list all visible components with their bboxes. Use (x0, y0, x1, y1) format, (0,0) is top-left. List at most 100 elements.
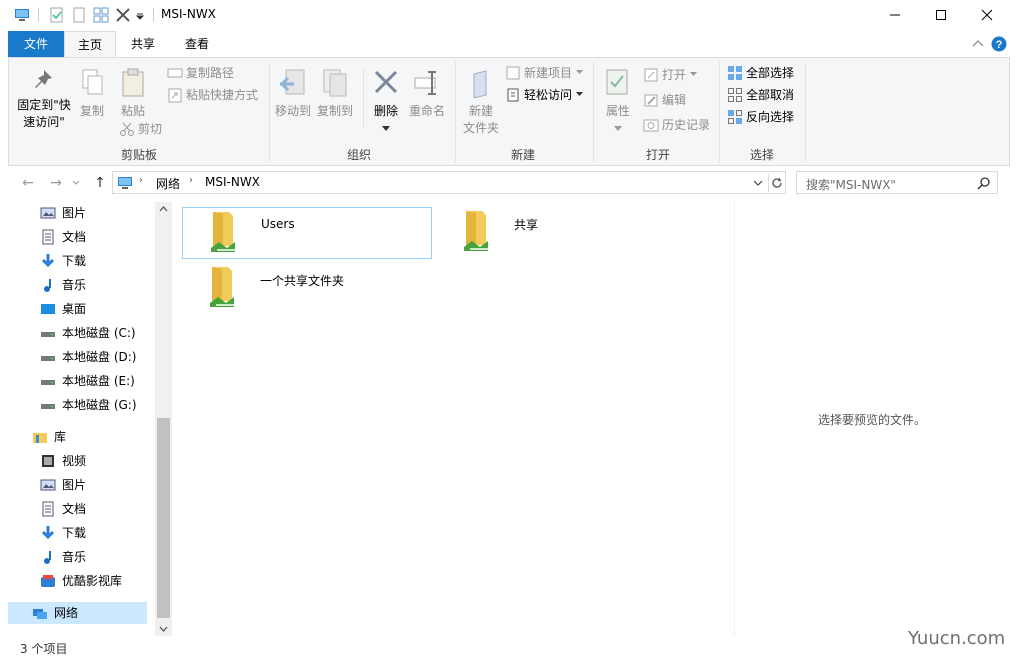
paste-shortcut-button[interactable]: 粘贴快捷方式 (167, 85, 258, 105)
search-box[interactable]: 搜索"MSI-NWX" (796, 171, 998, 194)
copy-icon (82, 69, 103, 95)
open-dropdown-icon (690, 72, 698, 76)
sidebar-item-label: 文档 (62, 502, 87, 516)
network-icon (33, 609, 47, 619)
breadcrumb-network[interactable]: 网络 (156, 175, 180, 192)
library-icon (33, 433, 47, 443)
ribbon: 固定到"快 速访问" 复制 粘贴 复制路径 粘贴快捷方式 剪切 剪贴板 移动到 (8, 57, 1010, 166)
cut-button[interactable]: 剪切 (119, 119, 162, 139)
refresh-icon[interactable] (770, 176, 784, 190)
drive-icon (41, 380, 55, 385)
new-folder-button[interactable]: 新建 文件夹 (459, 68, 503, 137)
sidebar-item-label: 下载 (62, 526, 87, 540)
properties-icon[interactable] (49, 7, 65, 23)
new-doc-icon[interactable] (71, 7, 87, 23)
sidebar-item-label: 本地磁盘 (C:) (62, 326, 136, 340)
recent-locations-button[interactable] (70, 174, 82, 192)
pin-quick-access-button[interactable]: 固定到"快 速访问" (13, 68, 75, 131)
open-button[interactable]: 打开 (643, 65, 699, 85)
forward-button[interactable]: → (46, 174, 66, 192)
address-dropdown-icon[interactable] (753, 180, 763, 187)
music-icon (44, 551, 51, 564)
sidebar-scrollbar[interactable] (155, 202, 172, 636)
title-divider (153, 8, 154, 22)
select-all-button[interactable]: 全部选择 (727, 63, 794, 83)
help-icon[interactable]: ? (991, 36, 1007, 52)
copy-path-button[interactable]: 复制路径 (167, 63, 234, 83)
copy-button[interactable]: 复制 (75, 68, 109, 120)
layout-icon[interactable] (93, 7, 109, 23)
computer-icon[interactable] (14, 7, 30, 23)
collapse-ribbon-icon[interactable] (972, 39, 984, 49)
tab-file[interactable]: 文件 (8, 31, 64, 57)
paste-shortcut-label: 粘贴快捷方式 (186, 88, 259, 102)
download-icon (41, 254, 55, 268)
window-title: MSI-NWX (161, 7, 216, 21)
easy-access-label: 轻松访问 (524, 88, 573, 102)
maximize-button[interactable] (918, 0, 964, 30)
search-input[interactable]: 搜索"MSI-NWX" (806, 176, 896, 193)
new-item-button[interactable]: 新建项目 (505, 63, 585, 83)
search-icon[interactable] (977, 176, 991, 190)
back-button[interactable]: ← (18, 174, 38, 192)
tab-view[interactable]: 查看 (170, 31, 224, 57)
open-label: 打开 (662, 68, 687, 82)
download-icon (41, 526, 55, 540)
invert-selection-button[interactable]: 反向选择 (727, 107, 794, 127)
easy-access-button[interactable]: 轻松访问 (505, 85, 585, 105)
organize-group-label: 组织 (346, 148, 371, 162)
qa-dropdown-icon[interactable] (135, 7, 145, 23)
copy-to-button[interactable]: 复制到 (315, 68, 355, 120)
shared-folder-icon (211, 212, 235, 252)
tab-share[interactable]: 共享 (116, 31, 170, 57)
pin-label-1: 固定到"快 (17, 98, 71, 112)
select-none-button[interactable]: 全部取消 (727, 85, 794, 105)
file-item[interactable]: 共享 (436, 207, 686, 259)
properties-dropdown-icon[interactable] (614, 126, 622, 132)
edit-label: 编辑 (662, 93, 687, 107)
history-button[interactable]: 历史记录 (643, 115, 710, 135)
move-to-button[interactable]: 移动到 (273, 68, 313, 120)
breadcrumb-computer[interactable]: MSI-NWX (205, 175, 260, 189)
address-bar[interactable]: › 网络 › MSI-NWX (112, 171, 786, 194)
scroll-up-icon[interactable] (159, 206, 168, 212)
paste-button[interactable]: 粘贴 (113, 68, 153, 120)
qa-divider (38, 8, 39, 22)
copy-path-icon (167, 68, 183, 78)
ribbon-separator (269, 62, 270, 162)
sidebar-item-label: 库 (54, 430, 67, 444)
edit-icon (644, 94, 658, 107)
tab-home[interactable]: 主页 (64, 31, 116, 57)
delete-icon[interactable] (115, 7, 131, 23)
status-bar-count: 3 个项目 (20, 642, 68, 656)
file-item[interactable]: Users (182, 207, 432, 259)
up-button[interactable]: ↑ (90, 174, 110, 192)
pictures-icon (40, 207, 56, 219)
desktop-icon (41, 304, 55, 314)
cut-label: 剪切 (138, 122, 163, 136)
sidebar-item[interactable]: 网络 (8, 602, 147, 624)
delete-dropdown-icon[interactable] (382, 126, 390, 132)
scrollbar-thumb[interactable] (157, 418, 170, 618)
preview-pane-divider[interactable] (734, 200, 735, 636)
properties-label: 属性 (605, 104, 630, 118)
file-item[interactable]: 一个共享文件夹 (182, 263, 432, 315)
pin-label-2: 速访问" (23, 115, 65, 129)
delete-button[interactable]: 删除 (369, 68, 403, 137)
sidebar-item-label: 视频 (62, 454, 87, 468)
select-none-icon (728, 88, 742, 102)
sidebar-item[interactable]: 库 (32, 426, 172, 448)
pin-icon (35, 70, 52, 88)
watermark: Yuucn.com (908, 628, 1006, 649)
select-all-icon (728, 66, 742, 80)
easy-access-dropdown-icon (576, 92, 584, 96)
rename-button[interactable]: 重命名 (407, 68, 447, 120)
edit-button[interactable]: 编辑 (643, 90, 686, 110)
organize-inner-separator (363, 68, 364, 128)
minimize-button[interactable] (872, 0, 918, 30)
scroll-down-icon[interactable] (159, 626, 168, 632)
recent-dropdown-icon (72, 180, 80, 185)
properties-button[interactable]: 属性 (599, 68, 637, 137)
copy-label: 复制 (79, 104, 104, 118)
close-button[interactable] (964, 0, 1010, 30)
